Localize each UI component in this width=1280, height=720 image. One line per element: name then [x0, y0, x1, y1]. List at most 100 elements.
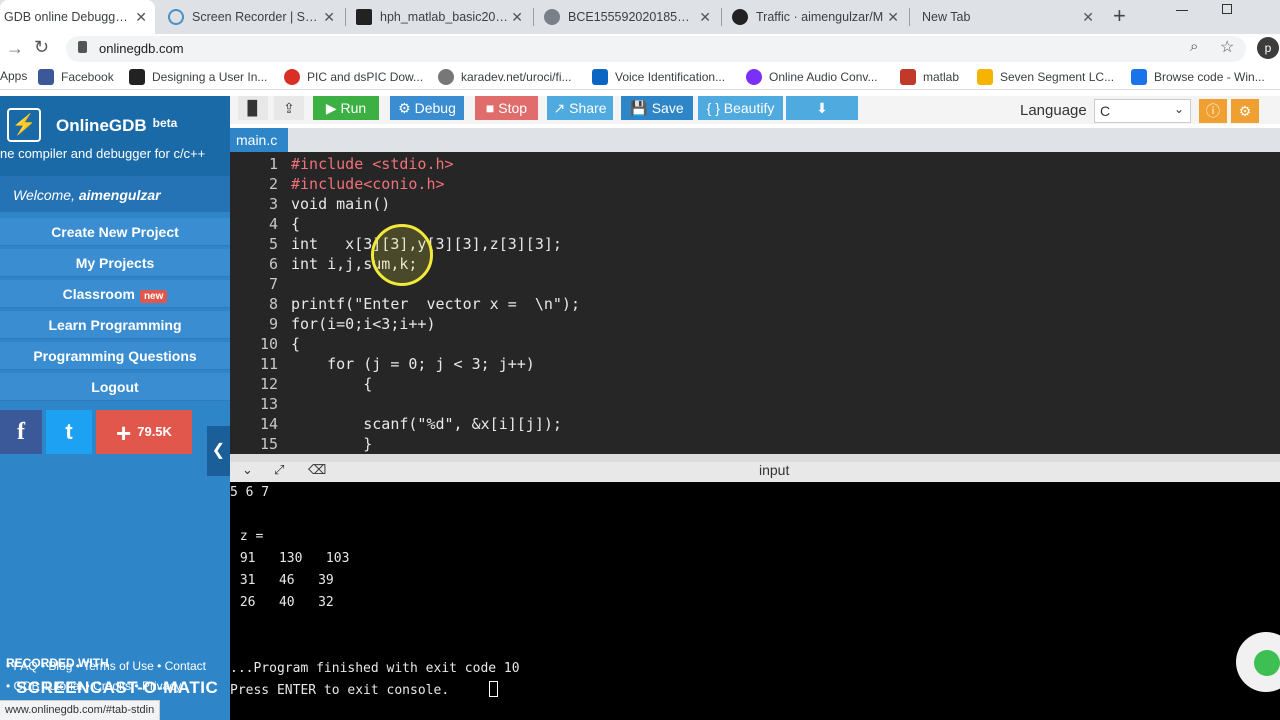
chat-icon: [1254, 650, 1280, 676]
bookmark-apps[interactable]: Apps: [0, 69, 27, 83]
line-number: 7: [268, 275, 278, 293]
nav-learn-programming[interactable]: Learn Programming: [0, 311, 230, 339]
share-button[interactable]: ↗ Share: [547, 96, 613, 120]
nav-create-new-project[interactable]: Create New Project: [0, 218, 230, 246]
browser-tab[interactable]: GDB online Debugger | ✕: [0, 0, 155, 34]
chat-widget-button[interactable]: [1236, 632, 1280, 692]
browser-tab[interactable]: New Tab ✕: [912, 0, 1102, 34]
close-icon[interactable]: ✕: [511, 9, 523, 26]
close-icon[interactable]: ✕: [323, 9, 335, 26]
bookmark-voice[interactable]: Voice Identification...: [592, 69, 725, 85]
asu-logo-icon: [356, 9, 372, 25]
code-line: for(i=0;i<3;i++): [291, 315, 436, 333]
browser-tab[interactable]: hph_matlab_basic2013_ ✕: [348, 0, 531, 34]
restore-icon[interactable]: [1222, 4, 1232, 14]
line-number: 5: [268, 235, 278, 253]
console-line: z =: [232, 529, 264, 544]
bookmark-audio[interactable]: Online Audio Conv...: [746, 69, 878, 85]
collapse-sidebar-button[interactable]: ❮: [207, 426, 230, 476]
browser-tab[interactable]: BCE1555920201855.pdf ✕: [536, 0, 719, 34]
chevron-down-icon: ⌄: [1173, 102, 1184, 116]
profile-avatar[interactable]: p: [1257, 37, 1279, 59]
line-number: 8: [268, 295, 278, 313]
close-icon[interactable]: ✕: [1082, 9, 1094, 26]
nav-my-projects[interactable]: My Projects: [0, 249, 230, 277]
stop-button[interactable]: ■ Stop: [475, 96, 538, 120]
file-tab-main-c[interactable]: main.c: [230, 128, 288, 152]
line-number: 4: [268, 215, 278, 233]
new-tab-button[interactable]: +: [1113, 3, 1126, 29]
back-icon[interactable]: →: [6, 38, 24, 59]
save-button[interactable]: 💾 Save: [621, 96, 693, 120]
settings-button[interactable]: ⚙: [1231, 99, 1259, 123]
logo-area[interactable]: ⚡ OnlineGDB beta ne compiler and debugger…: [0, 96, 230, 176]
language-select[interactable]: C ⌄: [1094, 99, 1191, 123]
github-icon: [732, 9, 748, 25]
chevron-left-icon: ❮: [211, 442, 226, 459]
matlab-icon: [900, 69, 916, 85]
code-editor[interactable]: 1 #include <stdio.h> 2 #include<conio.h>…: [230, 152, 1280, 454]
nav-logout[interactable]: Logout: [0, 373, 230, 401]
star-icon[interactable]: ☆: [1220, 37, 1234, 57]
debug-button[interactable]: ⚙ Debug: [390, 96, 464, 120]
code-line: for (j = 0; j < 3; j++): [291, 355, 535, 373]
stop-icon: ■: [485, 100, 499, 116]
line-number: 10: [259, 335, 278, 353]
io-title: input: [759, 462, 790, 478]
console-line: 26 40 32: [232, 595, 334, 610]
close-icon[interactable]: ✕: [135, 9, 147, 26]
upload-button[interactable]: ⇪: [274, 96, 304, 120]
chevron-down-icon[interactable]: ⌄: [242, 462, 253, 478]
clear-icon[interactable]: ⌫: [308, 462, 326, 478]
tab-separator: [909, 8, 910, 26]
code-line: void main(): [291, 195, 391, 213]
share-icon: ↗: [553, 100, 570, 116]
beautify-button[interactable]: { } Beautify: [698, 96, 783, 120]
minimize-icon[interactable]: [1176, 10, 1188, 11]
nav-classroom[interactable]: Classroom new: [0, 280, 230, 308]
bookmark-browse-code[interactable]: Browse code - Win...: [1131, 69, 1265, 85]
tab-separator: [533, 8, 534, 26]
status-url: www.onlinegdb.com/#tab-stdin: [0, 700, 161, 720]
share-count-button[interactable]: +79.5K: [96, 410, 192, 454]
code-line: printf("Enter vector x = \n");: [291, 295, 580, 313]
new-badge: new: [139, 290, 168, 303]
download-button[interactable]: ⬇: [786, 96, 858, 120]
facebook-share-button[interactable]: f: [0, 410, 42, 454]
bookmarks-bar: Apps Facebook Designing a User In... PIC…: [0, 64, 1280, 90]
line-number: 13: [259, 395, 278, 413]
welcome-message: Welcome, aimengulzar: [0, 176, 230, 212]
new-file-button[interactable]: ▉: [238, 96, 268, 120]
panel-divider[interactable]: [230, 454, 1280, 462]
close-icon[interactable]: ✕: [887, 9, 899, 26]
code-line: #include <stdio.h>: [291, 155, 454, 173]
expand-icon[interactable]: ⤢: [274, 462, 284, 478]
line-number: 6: [268, 255, 278, 273]
twitter-share-button[interactable]: t: [46, 410, 92, 454]
username: aimengulzar: [78, 187, 161, 203]
bookmark-karadev[interactable]: karadev.net/uroci/fi...: [438, 69, 572, 85]
nav-programming-questions[interactable]: Programming Questions: [0, 342, 230, 370]
reload-icon[interactable]: ↻: [34, 37, 49, 58]
bookmark-facebook[interactable]: Facebook: [38, 69, 114, 85]
bookmark-seven-segment[interactable]: Seven Segment LC...: [977, 69, 1114, 85]
bookmark-designing[interactable]: Designing a User In...: [129, 69, 267, 85]
bookmark-matlab[interactable]: matlab: [900, 69, 959, 85]
info-button[interactable]: ⓘ: [1199, 99, 1227, 123]
browser-tab[interactable]: Traffic · aimengulzar/M ✕: [724, 0, 907, 34]
line-number: 2: [268, 175, 278, 193]
lightning-bolt-icon: ⚡: [7, 108, 41, 142]
code-line: {: [291, 375, 373, 393]
bookmark-pic[interactable]: PIC and dsPIC Dow...: [284, 69, 423, 85]
file-icon: ▉: [247, 100, 259, 116]
omnibox[interactable]: onlinegdb.com ⌕ ☆: [66, 36, 1246, 62]
debug-icon: ⚙: [398, 100, 415, 116]
tab-separator: [345, 8, 346, 26]
close-icon[interactable]: ✕: [699, 9, 711, 26]
console-line: 5 6 7: [230, 485, 270, 500]
upload-icon: ⇪: [283, 100, 295, 116]
console-output[interactable]: 5 6 7 z = 91 130 103 31 46 39 26 40 32 .…: [230, 482, 1280, 720]
browser-tab[interactable]: Screen Recorder | Scre ✕: [160, 0, 343, 34]
run-button[interactable]: ▶ Run: [313, 96, 379, 120]
zoom-icon[interactable]: ⌕: [1190, 38, 1198, 55]
